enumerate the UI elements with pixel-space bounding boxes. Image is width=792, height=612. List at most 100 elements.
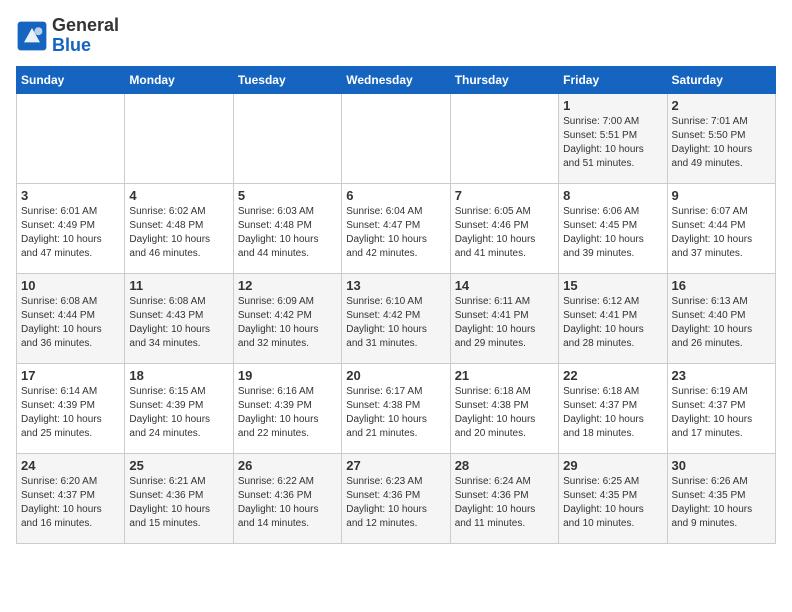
day-number: 27 xyxy=(346,458,445,473)
day-info: Sunrise: 6:12 AM Sunset: 4:41 PM Dayligh… xyxy=(563,295,662,351)
day-info: Sunrise: 6:19 AM Sunset: 4:37 PM Dayligh… xyxy=(672,385,771,441)
day-number: 29 xyxy=(563,458,662,473)
day-number: 23 xyxy=(672,368,771,383)
day-cell xyxy=(342,93,450,183)
day-number: 19 xyxy=(238,368,337,383)
day-info: Sunrise: 6:11 AM Sunset: 4:41 PM Dayligh… xyxy=(455,295,554,351)
day-number: 3 xyxy=(21,188,120,203)
header-cell-tuesday: Tuesday xyxy=(233,66,341,93)
day-cell: 6 Sunrise: 6:04 AM Sunset: 4:47 PM Daylig… xyxy=(342,183,450,273)
day-cell: 12 Sunrise: 6:09 AM Sunset: 4:42 PM Dayli… xyxy=(233,273,341,363)
header-cell-monday: Monday xyxy=(125,66,233,93)
day-number: 11 xyxy=(129,278,228,293)
day-info: Sunrise: 6:08 AM Sunset: 4:44 PM Dayligh… xyxy=(21,295,120,351)
day-cell xyxy=(233,93,341,183)
day-info: Sunrise: 6:18 AM Sunset: 4:38 PM Dayligh… xyxy=(455,385,554,441)
logo: General Blue xyxy=(16,16,119,56)
day-number: 16 xyxy=(672,278,771,293)
day-cell: 14 Sunrise: 6:11 AM Sunset: 4:41 PM Dayli… xyxy=(450,273,558,363)
day-number: 8 xyxy=(563,188,662,203)
day-cell: 23 Sunrise: 6:19 AM Sunset: 4:37 PM Dayli… xyxy=(667,363,775,453)
day-number: 7 xyxy=(455,188,554,203)
day-cell: 19 Sunrise: 6:16 AM Sunset: 4:39 PM Dayli… xyxy=(233,363,341,453)
day-info: Sunrise: 6:22 AM Sunset: 4:36 PM Dayligh… xyxy=(238,475,337,531)
header-cell-sunday: Sunday xyxy=(17,66,125,93)
day-info: Sunrise: 6:15 AM Sunset: 4:39 PM Dayligh… xyxy=(129,385,228,441)
day-info: Sunrise: 6:03 AM Sunset: 4:48 PM Dayligh… xyxy=(238,205,337,261)
day-info: Sunrise: 6:13 AM Sunset: 4:40 PM Dayligh… xyxy=(672,295,771,351)
day-info: Sunrise: 6:23 AM Sunset: 4:36 PM Dayligh… xyxy=(346,475,445,531)
logo-line1: General xyxy=(52,16,119,36)
day-cell xyxy=(125,93,233,183)
day-info: Sunrise: 6:01 AM Sunset: 4:49 PM Dayligh… xyxy=(21,205,120,261)
day-info: Sunrise: 6:09 AM Sunset: 4:42 PM Dayligh… xyxy=(238,295,337,351)
day-number: 9 xyxy=(672,188,771,203)
day-info: Sunrise: 6:21 AM Sunset: 4:36 PM Dayligh… xyxy=(129,475,228,531)
header: General Blue xyxy=(16,16,776,56)
day-number: 26 xyxy=(238,458,337,473)
day-cell: 4 Sunrise: 6:02 AM Sunset: 4:48 PM Daylig… xyxy=(125,183,233,273)
day-cell: 16 Sunrise: 6:13 AM Sunset: 4:40 PM Dayli… xyxy=(667,273,775,363)
day-info: Sunrise: 6:08 AM Sunset: 4:43 PM Dayligh… xyxy=(129,295,228,351)
day-number: 6 xyxy=(346,188,445,203)
day-info: Sunrise: 6:14 AM Sunset: 4:39 PM Dayligh… xyxy=(21,385,120,441)
day-info: Sunrise: 6:24 AM Sunset: 4:36 PM Dayligh… xyxy=(455,475,554,531)
day-info: Sunrise: 6:07 AM Sunset: 4:44 PM Dayligh… xyxy=(672,205,771,261)
day-cell: 29 Sunrise: 6:25 AM Sunset: 4:35 PM Dayli… xyxy=(559,453,667,543)
week-row-4: 17 Sunrise: 6:14 AM Sunset: 4:39 PM Dayli… xyxy=(17,363,776,453)
day-number: 17 xyxy=(21,368,120,383)
day-info: Sunrise: 6:26 AM Sunset: 4:35 PM Dayligh… xyxy=(672,475,771,531)
day-number: 13 xyxy=(346,278,445,293)
day-cell: 9 Sunrise: 6:07 AM Sunset: 4:44 PM Daylig… xyxy=(667,183,775,273)
header-cell-saturday: Saturday xyxy=(667,66,775,93)
day-info: Sunrise: 6:04 AM Sunset: 4:47 PM Dayligh… xyxy=(346,205,445,261)
header-cell-thursday: Thursday xyxy=(450,66,558,93)
day-cell: 28Sunrise: 6:24 AM Sunset: 4:36 PM Dayli… xyxy=(450,453,558,543)
day-number: 12 xyxy=(238,278,337,293)
day-number: 14 xyxy=(455,278,554,293)
week-row-1: 1Sunrise: 7:00 AM Sunset: 5:51 PM Daylig… xyxy=(17,93,776,183)
day-number: 2 xyxy=(672,98,771,113)
day-info: Sunrise: 7:01 AM Sunset: 5:50 PM Dayligh… xyxy=(672,115,771,171)
week-row-2: 3 Sunrise: 6:01 AM Sunset: 4:49 PM Daylig… xyxy=(17,183,776,273)
day-cell: 27 Sunrise: 6:23 AM Sunset: 4:36 PM Dayli… xyxy=(342,453,450,543)
day-cell: 22 Sunrise: 6:18 AM Sunset: 4:37 PM Dayli… xyxy=(559,363,667,453)
day-cell: 5 Sunrise: 6:03 AM Sunset: 4:48 PM Daylig… xyxy=(233,183,341,273)
day-cell: 1Sunrise: 7:00 AM Sunset: 5:51 PM Daylig… xyxy=(559,93,667,183)
day-number: 22 xyxy=(563,368,662,383)
day-cell: 7 Sunrise: 6:05 AM Sunset: 4:46 PM Daylig… xyxy=(450,183,558,273)
day-number: 21 xyxy=(455,368,554,383)
day-cell: 20Sunrise: 6:17 AM Sunset: 4:38 PM Dayli… xyxy=(342,363,450,453)
day-number: 24 xyxy=(21,458,120,473)
day-cell: 15Sunrise: 6:12 AM Sunset: 4:41 PM Dayli… xyxy=(559,273,667,363)
day-cell: 2 Sunrise: 7:01 AM Sunset: 5:50 PM Daylig… xyxy=(667,93,775,183)
day-info: Sunrise: 6:06 AM Sunset: 4:45 PM Dayligh… xyxy=(563,205,662,261)
header-row: SundayMondayTuesdayWednesdayThursdayFrid… xyxy=(17,66,776,93)
day-cell: 8 Sunrise: 6:06 AM Sunset: 4:45 PM Daylig… xyxy=(559,183,667,273)
day-number: 5 xyxy=(238,188,337,203)
header-cell-friday: Friday xyxy=(559,66,667,93)
day-cell: 11 Sunrise: 6:08 AM Sunset: 4:43 PM Dayli… xyxy=(125,273,233,363)
day-cell: 17 Sunrise: 6:14 AM Sunset: 4:39 PM Dayli… xyxy=(17,363,125,453)
day-cell: 18 Sunrise: 6:15 AM Sunset: 4:39 PM Dayli… xyxy=(125,363,233,453)
day-cell: 13 Sunrise: 6:10 AM Sunset: 4:42 PM Dayli… xyxy=(342,273,450,363)
day-info: Sunrise: 6:25 AM Sunset: 4:35 PM Dayligh… xyxy=(563,475,662,531)
day-number: 18 xyxy=(129,368,228,383)
day-number: 1 xyxy=(563,98,662,113)
day-info: Sunrise: 6:05 AM Sunset: 4:46 PM Dayligh… xyxy=(455,205,554,261)
day-cell: 26 Sunrise: 6:22 AM Sunset: 4:36 PM Dayli… xyxy=(233,453,341,543)
day-info: Sunrise: 6:16 AM Sunset: 4:39 PM Dayligh… xyxy=(238,385,337,441)
week-row-5: 24 Sunrise: 6:20 AM Sunset: 4:37 PM Dayli… xyxy=(17,453,776,543)
day-number: 25 xyxy=(129,458,228,473)
header-cell-wednesday: Wednesday xyxy=(342,66,450,93)
day-info: Sunrise: 6:18 AM Sunset: 4:37 PM Dayligh… xyxy=(563,385,662,441)
day-number: 30 xyxy=(672,458,771,473)
day-number: 10 xyxy=(21,278,120,293)
calendar-table: SundayMondayTuesdayWednesdayThursdayFrid… xyxy=(16,66,776,544)
day-cell xyxy=(17,93,125,183)
day-info: Sunrise: 6:10 AM Sunset: 4:42 PM Dayligh… xyxy=(346,295,445,351)
day-number: 4 xyxy=(129,188,228,203)
day-info: Sunrise: 6:02 AM Sunset: 4:48 PM Dayligh… xyxy=(129,205,228,261)
day-info: Sunrise: 6:20 AM Sunset: 4:37 PM Dayligh… xyxy=(21,475,120,531)
day-cell xyxy=(450,93,558,183)
